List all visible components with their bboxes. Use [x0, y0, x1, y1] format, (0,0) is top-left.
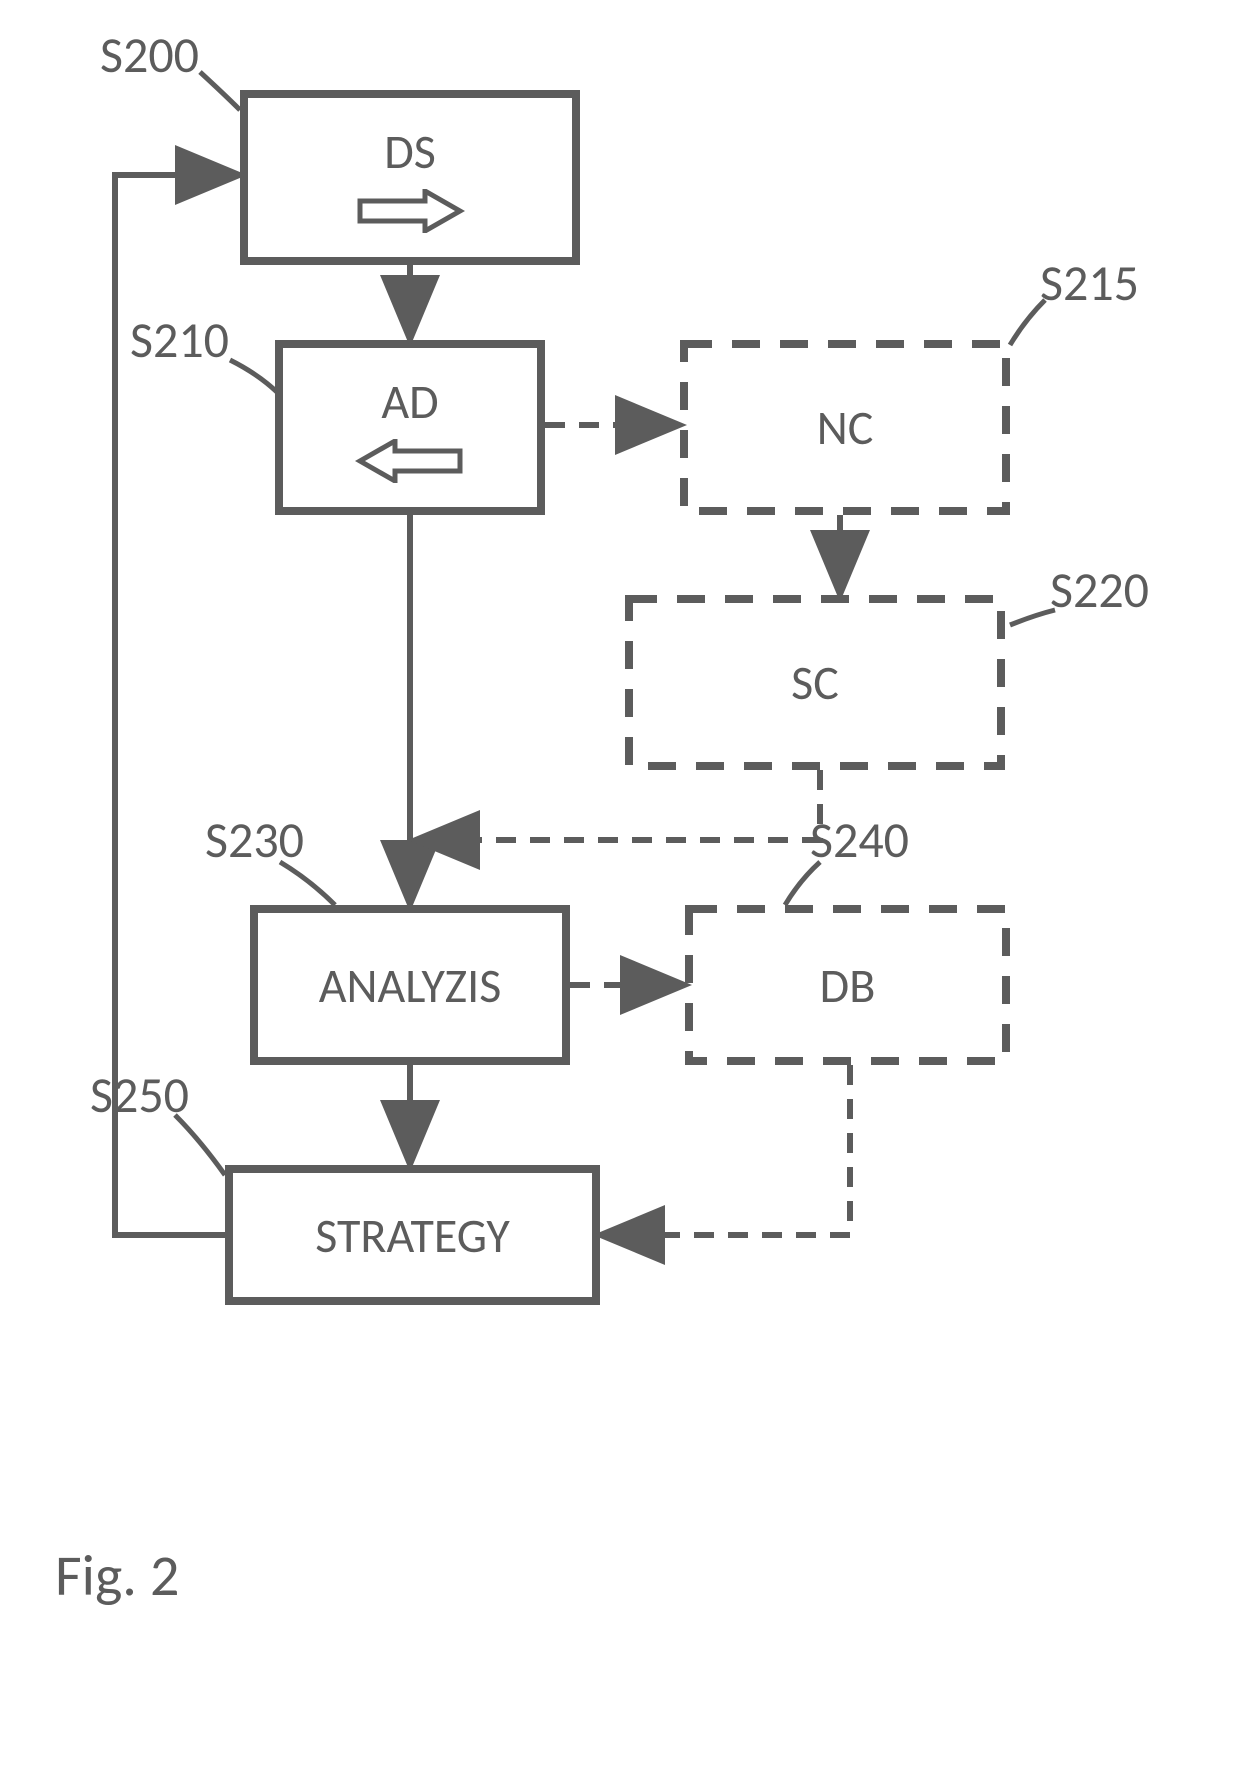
node-db-label: DB	[820, 956, 876, 1015]
node-sc: SC	[625, 595, 1005, 770]
node-analyzis: ANALYZIS	[250, 905, 570, 1065]
node-strategy: STRATEGY	[225, 1165, 600, 1305]
node-db: DB	[685, 905, 1010, 1065]
left-arrow-icon	[355, 439, 465, 483]
node-ad: AD	[275, 340, 545, 515]
diagram-container: DS AD NC SC ANALYZIS DB STRATEG	[0, 0, 1240, 1779]
node-nc-label: NC	[817, 398, 874, 457]
callout-s220: S220	[1050, 560, 1149, 621]
node-ad-label: AD	[381, 372, 438, 431]
callout-s240: S240	[810, 810, 909, 871]
callout-s200: S200	[100, 25, 199, 86]
figure-caption: Fig. 2	[55, 1540, 179, 1611]
node-sc-label: SC	[791, 653, 839, 712]
node-nc: NC	[680, 340, 1010, 515]
callout-s250: S250	[90, 1065, 189, 1126]
callout-s215: S215	[1040, 253, 1139, 314]
node-ds-label: DS	[384, 122, 436, 181]
right-arrow-icon	[355, 189, 465, 233]
node-analyzis-label: ANALYZIS	[319, 956, 502, 1015]
callout-s230: S230	[205, 810, 304, 871]
node-strategy-label: STRATEGY	[315, 1206, 509, 1265]
callout-s210: S210	[130, 310, 229, 371]
node-ds: DS	[240, 90, 580, 265]
